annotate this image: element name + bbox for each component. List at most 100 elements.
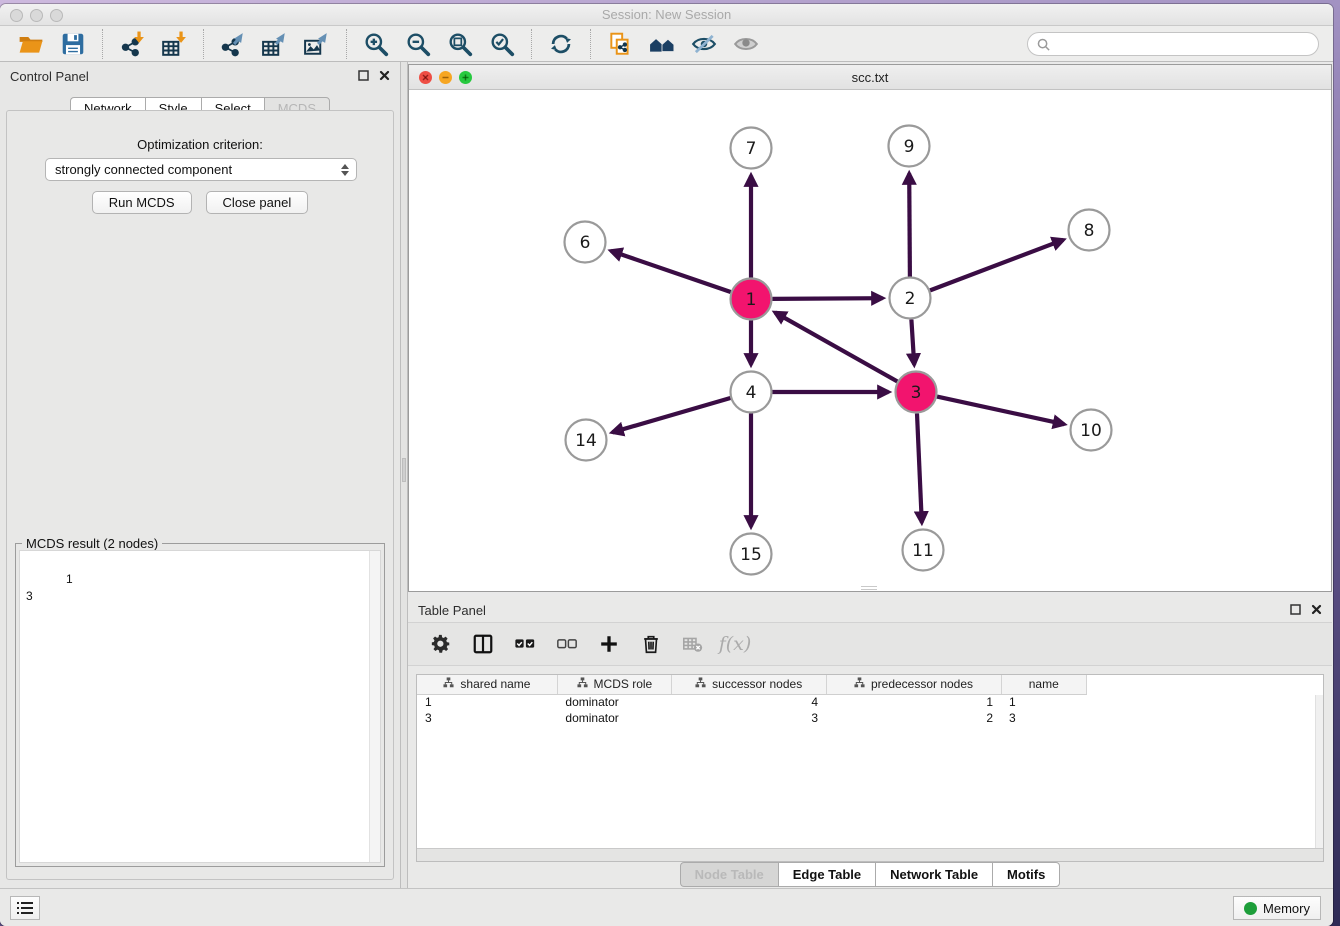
magnifier-minus-icon[interactable] xyxy=(403,30,433,58)
table-tabs: Node TableEdge TableNetwork TableMotifs xyxy=(408,862,1332,887)
splitter-grip[interactable] xyxy=(402,458,406,482)
control-panel: Control Panel NetworkStyleSelectMCDS Opt… xyxy=(0,62,400,888)
graph-edge-3-11[interactable] xyxy=(917,414,922,523)
dropdown-stepper-icon xyxy=(339,162,350,178)
toolbar-separator xyxy=(346,29,347,59)
unchecked-boxes-icon[interactable] xyxy=(550,629,584,659)
eye-slash-icon[interactable] xyxy=(689,30,719,58)
network-import-icon[interactable] xyxy=(117,30,147,58)
table-horizontal-scrollbar[interactable] xyxy=(417,848,1323,861)
graph-node-10[interactable]: 10 xyxy=(1071,410,1112,451)
window-title: Session: New Session xyxy=(0,7,1333,22)
network-window-titlebar[interactable]: scc.txt xyxy=(409,65,1331,90)
panel-splitter[interactable] xyxy=(400,62,408,888)
table-panel-title: Table Panel xyxy=(418,603,486,618)
column-header-shared-name[interactable]: shared name xyxy=(417,675,557,694)
close-panel-button[interactable]: Close panel xyxy=(206,191,309,214)
network-canvas[interactable]: 7 9 6 8 1 2 4 3 14 10 15 11 xyxy=(409,90,1331,591)
float-panel-icon[interactable] xyxy=(358,70,369,81)
graph-edge-3-1[interactable] xyxy=(775,313,897,382)
table-row[interactable]: 1dominator411 xyxy=(417,694,1087,710)
network-window-title: scc.txt xyxy=(409,70,1331,85)
plus-icon[interactable] xyxy=(592,629,626,659)
graph-edge-1-6[interactable] xyxy=(611,251,731,292)
svg-text:14: 14 xyxy=(575,431,597,451)
svg-text:9: 9 xyxy=(904,137,915,157)
svg-text:11: 11 xyxy=(912,541,934,561)
graph-node-15[interactable]: 15 xyxy=(731,534,772,575)
run-mcds-button[interactable]: Run MCDS xyxy=(92,191,192,214)
mcds-result-title: MCDS result (2 nodes) xyxy=(22,536,162,551)
graph-node-4[interactable]: 4 xyxy=(731,372,772,413)
tree-icon xyxy=(854,677,865,691)
table-vertical-scrollbar[interactable] xyxy=(1315,695,1323,848)
magnifier-fit-icon[interactable] xyxy=(445,30,475,58)
tab-edge-table[interactable]: Edge Table xyxy=(778,862,875,887)
table-panel-header: Table Panel xyxy=(408,596,1332,624)
trash-icon[interactable] xyxy=(634,629,668,659)
checked-boxes-icon[interactable] xyxy=(508,629,542,659)
column-header-MCDS-role[interactable]: MCDS role xyxy=(557,675,671,694)
table-import-icon[interactable] xyxy=(159,30,189,58)
graph-node-6[interactable]: 6 xyxy=(565,222,606,263)
documents-share-icon[interactable] xyxy=(605,30,635,58)
svg-text:4: 4 xyxy=(746,383,757,403)
graph-node-14[interactable]: 14 xyxy=(566,420,607,461)
split-columns-icon[interactable] xyxy=(466,629,500,659)
folder-open-icon[interactable] xyxy=(16,30,46,58)
tab-motifs[interactable]: Motifs xyxy=(992,862,1060,887)
float-table-panel-icon[interactable] xyxy=(1290,604,1301,615)
close-table-panel-icon[interactable] xyxy=(1311,604,1322,615)
mcds-result-text[interactable]: 1 3 xyxy=(19,550,381,863)
main-titlebar: Session: New Session xyxy=(0,4,1333,26)
eye-icon[interactable] xyxy=(731,30,761,58)
search-field[interactable] xyxy=(1027,32,1319,56)
graph-node-7[interactable]: 7 xyxy=(731,128,772,169)
graph-node-1[interactable]: 1 xyxy=(731,279,772,320)
image-export-icon[interactable] xyxy=(302,30,332,58)
criterion-dropdown[interactable]: strongly connected component xyxy=(45,158,357,181)
tree-icon xyxy=(443,677,454,691)
main-window: Session: New Session Control Panel Netwo… xyxy=(0,4,1333,926)
table-row[interactable]: 3dominator323 xyxy=(417,710,1087,726)
table-toolbar: f(x) xyxy=(408,622,1332,666)
main-toolbar xyxy=(0,26,1333,62)
refresh-arrows-icon[interactable] xyxy=(546,30,576,58)
graph-edge-3-10[interactable] xyxy=(937,397,1064,425)
task-history-button[interactable] xyxy=(10,896,40,920)
tab-node-table[interactable]: Node Table xyxy=(680,862,778,887)
graph-node-9[interactable]: 9 xyxy=(889,126,930,167)
toolbar-separator xyxy=(531,29,532,59)
table-delete-icon xyxy=(676,629,710,659)
result-scrollbar[interactable] xyxy=(369,551,380,862)
graph-edge-2-3[interactable] xyxy=(911,320,914,365)
desktop-background: Session: New Session Control Panel Netwo… xyxy=(0,0,1340,926)
column-header-name[interactable]: name xyxy=(1001,675,1086,694)
search-input[interactable] xyxy=(1051,37,1318,51)
magnifier-plus-icon[interactable] xyxy=(361,30,391,58)
tree-icon xyxy=(695,677,706,691)
gear-icon[interactable] xyxy=(424,629,458,659)
close-panel-icon[interactable] xyxy=(379,70,390,81)
memory-button[interactable]: Memory xyxy=(1233,896,1321,920)
network-export-icon[interactable] xyxy=(218,30,248,58)
graph-node-3[interactable]: 3 xyxy=(896,372,937,413)
column-header-predecessor-nodes[interactable]: predecessor nodes xyxy=(826,675,1001,694)
graph-node-11[interactable]: 11 xyxy=(903,530,944,571)
graph-node-8[interactable]: 8 xyxy=(1069,210,1110,251)
floppy-disk-icon[interactable] xyxy=(58,30,88,58)
magnifier-check-icon[interactable] xyxy=(487,30,517,58)
graph-edge-1-2[interactable] xyxy=(773,298,883,299)
houses-icon[interactable] xyxy=(647,30,677,58)
graph-edge-2-9[interactable] xyxy=(909,174,910,277)
graph-edge-4-14[interactable] xyxy=(612,398,730,432)
canvas-resize-handle[interactable] xyxy=(861,586,877,590)
memory-status-icon xyxy=(1244,902,1257,915)
table-export-icon[interactable] xyxy=(260,30,290,58)
optimization-criterion-label: Optimization criterion: xyxy=(7,137,393,152)
graph-edge-2-8[interactable] xyxy=(930,240,1063,291)
svg-text:6: 6 xyxy=(580,233,591,253)
tab-network-table[interactable]: Network Table xyxy=(875,862,992,887)
column-header-successor-nodes[interactable]: successor nodes xyxy=(671,675,826,694)
graph-node-2[interactable]: 2 xyxy=(890,278,931,319)
